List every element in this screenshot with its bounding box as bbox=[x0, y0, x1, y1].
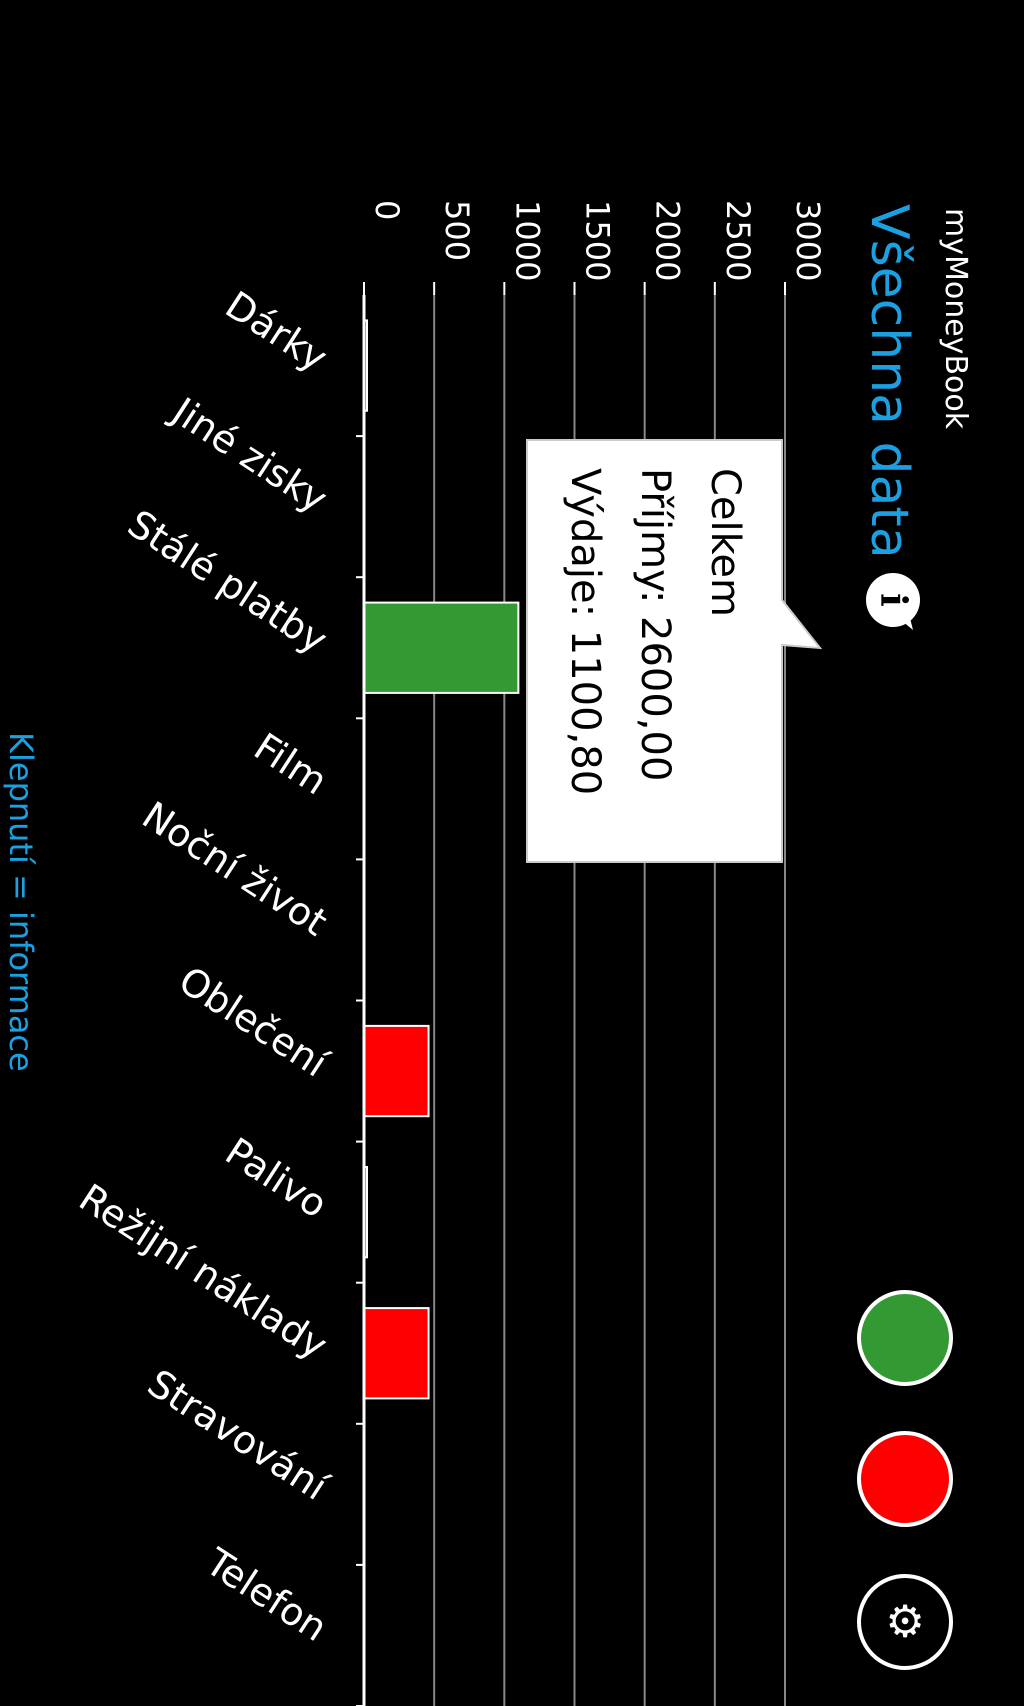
category-label: Palivo bbox=[218, 1129, 335, 1227]
gear-icon: ⚙ bbox=[885, 1597, 924, 1648]
y-tick-label: 0 bbox=[368, 200, 406, 220]
bar[interactable] bbox=[363, 1024, 430, 1118]
y-tick-label: 3000 bbox=[789, 200, 827, 281]
category-label: Jiné zisky bbox=[163, 388, 335, 521]
category-label: Noční život bbox=[135, 793, 335, 945]
x-axis bbox=[356, 295, 366, 1706]
category-label: Stálé platby bbox=[120, 501, 335, 662]
category-labels: DárkyJiné ziskyStálé platby FilmNoční živ… bbox=[72, 283, 337, 1650]
category-label: Telefon bbox=[197, 1539, 335, 1650]
category-label: Stravování bbox=[140, 1361, 336, 1510]
bar[interactable] bbox=[363, 1307, 430, 1400]
tooltip-expense: Výdaje: 1100,80 bbox=[562, 468, 608, 795]
category-label: Dárky bbox=[218, 283, 335, 381]
app-name: myMoneyBook bbox=[938, 208, 973, 430]
bar[interactable] bbox=[363, 601, 520, 694]
settings-button[interactable]: ⚙ bbox=[857, 1574, 953, 1670]
tooltip-title: Celkem bbox=[702, 468, 748, 617]
y-tick-label: 2500 bbox=[719, 200, 757, 281]
bars[interactable] bbox=[363, 319, 520, 1400]
income-circle-button[interactable] bbox=[857, 1290, 953, 1386]
expense-circle-button[interactable] bbox=[857, 1431, 953, 1527]
y-tick-label: 2000 bbox=[649, 200, 687, 281]
y-axis-ticks: 0 500 1000 1500 2000 2500 3000 bbox=[363, 200, 827, 295]
tooltip: Celkem Příjmy: 2600,00 Výdaje: 1100,80 bbox=[526, 439, 823, 863]
rotated-chart-view: myMoneyBook Všechna data i Klepnutí = in… bbox=[2, 200, 973, 1706]
tooltip-income: Příjmy: 2600,00 bbox=[632, 468, 678, 781]
category-label: Film bbox=[246, 724, 335, 803]
y-tick-label: 1500 bbox=[579, 200, 617, 281]
y-tick-label: 500 bbox=[438, 200, 476, 261]
svg-text:i: i bbox=[872, 593, 914, 607]
y-tick-label: 1000 bbox=[508, 200, 546, 281]
page-title: Všechna data bbox=[859, 204, 919, 559]
category-label: Oblečení bbox=[171, 958, 336, 1087]
info-icon[interactable]: i bbox=[866, 573, 920, 630]
app-screen: myMoneyBook Všechna data i Klepnutí = in… bbox=[0, 0, 1024, 1706]
hint-text: Klepnutí = informace bbox=[2, 732, 40, 1072]
